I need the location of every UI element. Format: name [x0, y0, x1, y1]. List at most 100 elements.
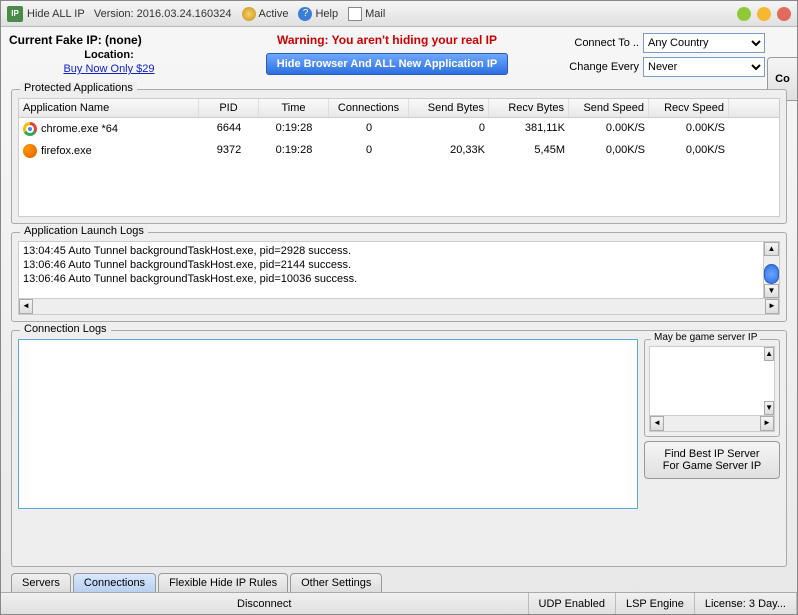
active-item[interactable]: Active [242, 7, 289, 21]
header-center: Warning: You aren't hiding your real IP … [217, 33, 557, 75]
connection-logs-box[interactable] [18, 339, 638, 509]
change-every-select[interactable]: Never [643, 57, 765, 77]
col-connections[interactable]: Connections [329, 99, 409, 117]
app-title: Hide ALL IP Version: 2016.03.24.160324 [27, 8, 232, 20]
scroll-down-icon[interactable]: ▼ [764, 284, 779, 298]
connect-to-select[interactable]: Any Country [643, 33, 765, 53]
recv-cell: 381,11K [489, 120, 569, 138]
protected-apps-table: Application Name PID Time Connections Se… [18, 98, 780, 217]
location-label: Location: [84, 49, 134, 61]
scroll-left-icon[interactable]: ◄ [19, 299, 33, 314]
header-row: Current Fake IP: (none) Location: Buy No… [1, 27, 797, 85]
col-name[interactable]: Application Name [19, 99, 199, 117]
tab-flexible[interactable]: Flexible Hide IP Rules [158, 573, 288, 592]
col-time[interactable]: Time [259, 99, 329, 117]
pid-cell: 6644 [199, 120, 259, 138]
firefox-icon [23, 144, 37, 158]
col-send[interactable]: Send Bytes [409, 99, 489, 117]
vertical-scrollbar[interactable]: ▲ ▼ [764, 347, 774, 415]
version-value: 2016.03.24.160324 [137, 8, 232, 20]
col-recv-speed[interactable]: Recv Speed [649, 99, 729, 117]
ss-cell: 0,00K/S [569, 142, 649, 160]
buy-now-link[interactable]: Buy Now Only $29 [9, 63, 209, 75]
game-server-group: May be game server IP ▲ ▼ ◄ ► [644, 339, 780, 437]
ss-cell: 0.00K/S [569, 120, 649, 138]
version-label: Version: [94, 8, 134, 20]
status-lsp: LSP Engine [616, 593, 695, 614]
titlebar: IP Hide ALL IP Version: 2016.03.24.16032… [1, 1, 797, 27]
rs-cell: 0.00K/S [649, 120, 729, 138]
horizontal-scrollbar[interactable]: ◄ ► [18, 299, 780, 315]
conn-cell: 0 [329, 120, 409, 138]
mail-icon [348, 7, 362, 21]
log-line: 13:04:45 Auto Tunnel backgroundTaskHost.… [23, 244, 775, 258]
game-server-list[interactable]: ▲ ▼ [649, 346, 775, 416]
scroll-left-icon[interactable]: ◄ [650, 416, 664, 431]
launch-logs-legend: Application Launch Logs [20, 225, 148, 237]
key-icon [242, 7, 256, 21]
statusbar: Disconnect UDP Enabled LSP Engine Licens… [1, 592, 797, 614]
game-server-legend: May be game server IP [651, 332, 760, 343]
table-row[interactable]: firefox.exe93720:19:28020,33K5,45M0,00K/… [19, 140, 779, 162]
log-line: 13:06:46 Auto Tunnel backgroundTaskHost.… [23, 258, 775, 272]
time-cell: 0:19:28 [259, 142, 329, 160]
current-fake-ip-label: Current Fake IP: [9, 33, 102, 47]
app-name-cell: chrome.exe *64 [41, 123, 118, 135]
find-best-ip-button[interactable]: Find Best IP Server For Game Server IP [644, 441, 780, 479]
col-send-speed[interactable]: Send Speed [569, 99, 649, 117]
connection-logs-group: Connection Logs May be game server IP ▲ … [11, 330, 787, 567]
app-icon: IP [7, 6, 23, 22]
change-every-label: Change Every [565, 61, 643, 73]
connect-to-label: Connect To .. [565, 37, 643, 49]
log-lines: 13:04:45 Auto Tunnel backgroundTaskHost.… [23, 244, 775, 286]
scroll-up-icon[interactable]: ▲ [764, 242, 779, 256]
current-fake-ip-value: (none) [105, 33, 142, 47]
tab-servers[interactable]: Servers [11, 573, 71, 592]
send-cell: 20,33K [409, 142, 489, 160]
col-pid[interactable]: PID [199, 99, 259, 117]
col-recv[interactable]: Recv Bytes [489, 99, 569, 117]
connection-logs-legend: Connection Logs [20, 323, 111, 335]
maximize-button[interactable] [757, 7, 771, 21]
help-icon: ? [298, 7, 312, 21]
header-right: Connect To .. Any Country Change Every N… [565, 33, 765, 81]
recv-cell: 5,45M [489, 142, 569, 160]
main-window: IP Hide ALL IP Version: 2016.03.24.16032… [0, 0, 798, 615]
table-header: Application Name PID Time Connections Se… [19, 99, 779, 118]
rs-cell: 0,00K/S [649, 142, 729, 160]
scroll-right-icon[interactable]: ► [760, 416, 774, 431]
launch-logs-group: Application Launch Logs 13:04:45 Auto Tu… [11, 232, 787, 322]
bottom-tabs: Servers Connections Flexible Hide IP Rul… [1, 573, 797, 592]
pid-cell: 9372 [199, 142, 259, 160]
scroll-right-icon[interactable]: ► [765, 299, 779, 314]
scroll-up-icon[interactable]: ▲ [764, 347, 774, 361]
app-name: Hide ALL IP [27, 8, 85, 20]
launch-logs-box[interactable]: 13:04:45 Auto Tunnel backgroundTaskHost.… [18, 241, 780, 299]
scroll-thumb[interactable] [764, 264, 779, 284]
close-button[interactable] [777, 7, 791, 21]
log-line: 13:06:46 Auto Tunnel backgroundTaskHost.… [23, 272, 775, 286]
tab-other[interactable]: Other Settings [290, 573, 382, 592]
table-body: chrome.exe *6466440:19:2800381,11K0.00K/… [19, 118, 779, 216]
vertical-scrollbar[interactable]: ▲ ▼ [763, 242, 779, 298]
scroll-down-icon[interactable]: ▼ [764, 401, 774, 415]
conn-cell: 0 [329, 142, 409, 160]
minimize-button[interactable] [737, 7, 751, 21]
status-udp: UDP Enabled [529, 593, 616, 614]
protected-apps-group: Protected Applications Application Name … [11, 89, 787, 224]
chrome-icon [23, 122, 37, 136]
hide-browser-button[interactable]: Hide Browser And ALL New Application IP [266, 53, 508, 75]
time-cell: 0:19:28 [259, 120, 329, 138]
horizontal-scrollbar[interactable]: ◄ ► [649, 416, 775, 432]
send-cell: 0 [409, 120, 489, 138]
table-row[interactable]: chrome.exe *6466440:19:2800381,11K0.00K/… [19, 118, 779, 140]
warning-text: Warning: You aren't hiding your real IP [217, 33, 557, 47]
status-disconnect: Disconnect [1, 593, 529, 614]
help-item[interactable]: ? Help [298, 7, 338, 21]
app-name-cell: firefox.exe [41, 145, 92, 157]
status-license: License: 3 Day... [695, 593, 797, 614]
mail-item[interactable]: Mail [348, 7, 385, 21]
tab-connections[interactable]: Connections [73, 573, 156, 592]
fake-ip-info: Current Fake IP: (none) Location: Buy No… [9, 33, 209, 75]
protected-apps-legend: Protected Applications [20, 82, 137, 94]
